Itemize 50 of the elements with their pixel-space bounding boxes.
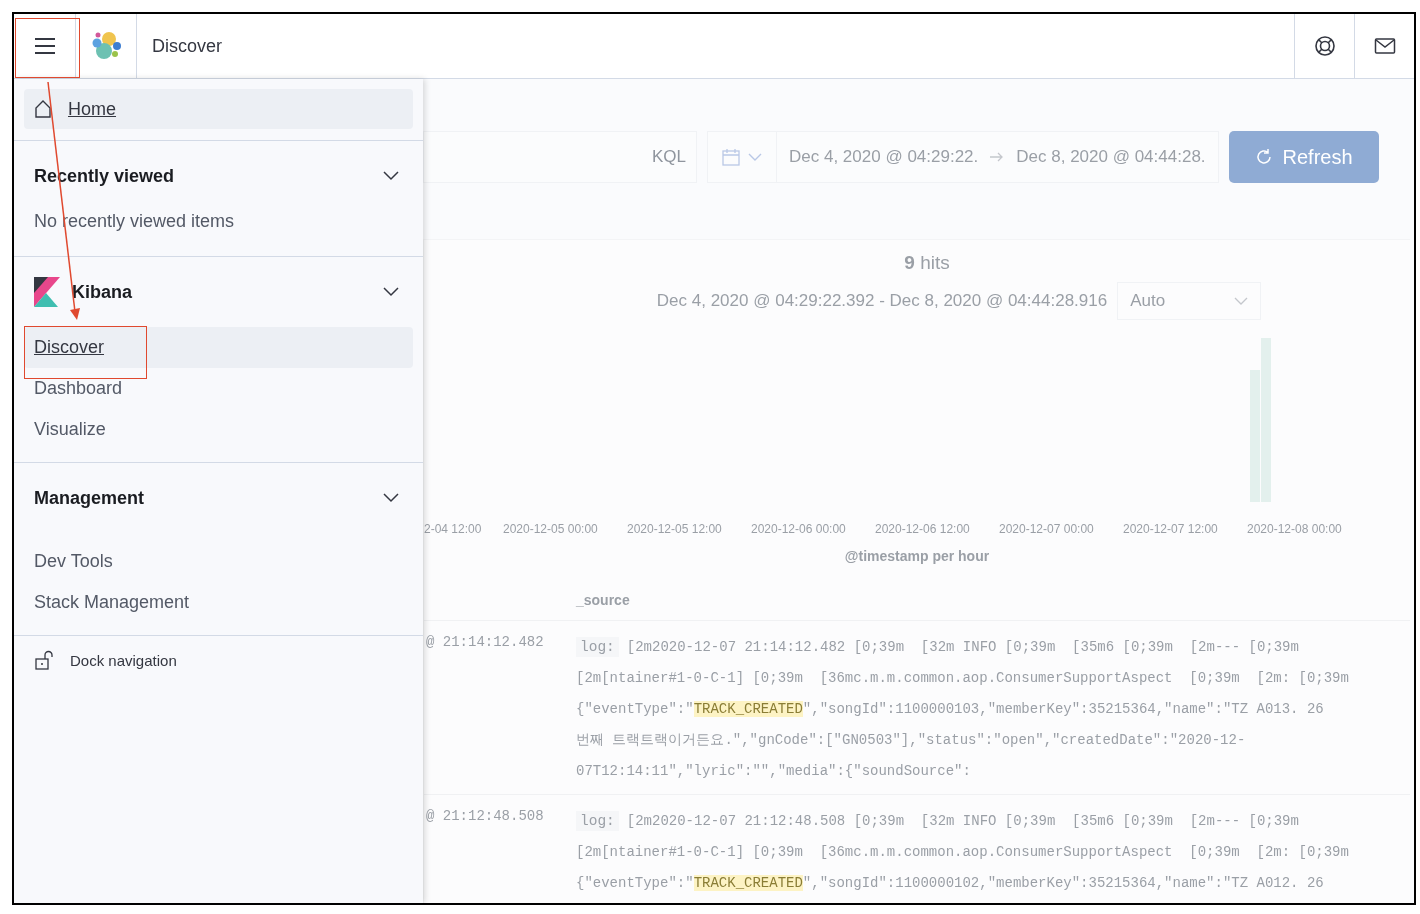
section-title: Kibana [72, 281, 133, 303]
lock-icon [34, 650, 54, 670]
annotation-box [15, 18, 80, 78]
help-icon [1313, 35, 1336, 57]
kibana-logo-icon [34, 277, 60, 307]
document-text: {"eventType":"TRACK_CREATED","songId":1100000103,"memberKey":35215364,"name":"TZ A013. 26 [576, 700, 1324, 717]
menu-icon [33, 37, 56, 55]
nav-link[interactable]: Dev Tools [24, 541, 413, 582]
axis-label: 2020-12-08 00:00 [1247, 522, 1343, 536]
chevron-icon [383, 493, 399, 503]
timestamp: @ 21:14:12.482 [426, 633, 545, 652]
page-title: Discover [152, 35, 222, 57]
nav-link[interactable]: Visualize [24, 409, 413, 450]
document-text: [2m2020-12-07 21:12:48.508 [0;39m [32m INFO [0;39m [35m6 [0;39m [2m--- [0;39m [626, 812, 1299, 829]
timestamp: @ 21:12:48.508 [426, 807, 545, 826]
nav-link[interactable]: Stack Management [24, 582, 413, 623]
field-label: log: [576, 636, 619, 657]
arrow-right-icon [990, 152, 1005, 162]
axis-label: 2020-12-06 12:00 [875, 522, 971, 536]
axis-label: 2020-12-07 12:00 [1123, 522, 1219, 536]
mail-icon [1373, 37, 1396, 55]
refresh-icon [1254, 148, 1273, 166]
axis-label: 2-04 12:00 [424, 522, 483, 536]
document-text: 번째 트랙트랙이거든요.","gnCode":["GN0503"],"status":"open","createdDate":"2020-12- [576, 730, 1246, 749]
dock-navigation-button[interactable]: Dock navigation [34, 650, 177, 670]
home-link[interactable]: Home [24, 89, 413, 129]
time-range: Dec 4, 2020 @ 04:29:22.392 - Dec 8, 2020 @ 04:44:28.916 [656, 291, 1108, 311]
chevron-icon [383, 171, 399, 181]
nav-link[interactable]: Discover [24, 327, 413, 368]
axis-label: 2020-12-05 12:00 [627, 522, 723, 536]
chevron-icon [383, 287, 399, 297]
nav-link[interactable]: Dashboard [24, 368, 413, 409]
section-title: Management [34, 487, 146, 509]
document-text: [2m[ntainer#1-0-C-1] [0;39m [36mc.m.m.common.aop.ConsumerSupportAspect [0;39m [2m: [0;39m [576, 669, 1349, 686]
caret-icon [1234, 296, 1249, 306]
document-text: [2m2020-12-07 21:14:12.482 [0;39m [32m INFO [0;39m [35m6 [0;39m [2m--- [0;39m [626, 638, 1299, 655]
hits-count: 9 hits [903, 252, 951, 274]
axis-title: @timestamp per hour [843, 548, 991, 564]
document-text: {"eventType":"TRACK_CREATED","songId":1100000102,"memberKey":35215364,"name":"TZ A012. 26 [576, 874, 1324, 891]
field-label: log: [576, 810, 619, 831]
column-header: _source [576, 592, 631, 608]
document-text: 07T12:14:11","lyric":"","media":{"soundSource": [576, 762, 971, 779]
caret-icon [748, 152, 762, 162]
logo-icon[interactable] [90, 30, 122, 62]
axis-label: 2020-12-05 00:00 [503, 522, 599, 536]
home-icon [34, 100, 52, 118]
axis-label: 2020-12-06 00:00 [751, 522, 847, 536]
calendar-icon [722, 148, 740, 166]
axis-label: 2020-12-07 00:00 [999, 522, 1095, 536]
document-text: [2m[ntainer#1-0-C-1] [0;39m [36mc.m.m.common.aop.ConsumerSupportAspect [0;39m [2m: [0;39m [576, 843, 1349, 860]
